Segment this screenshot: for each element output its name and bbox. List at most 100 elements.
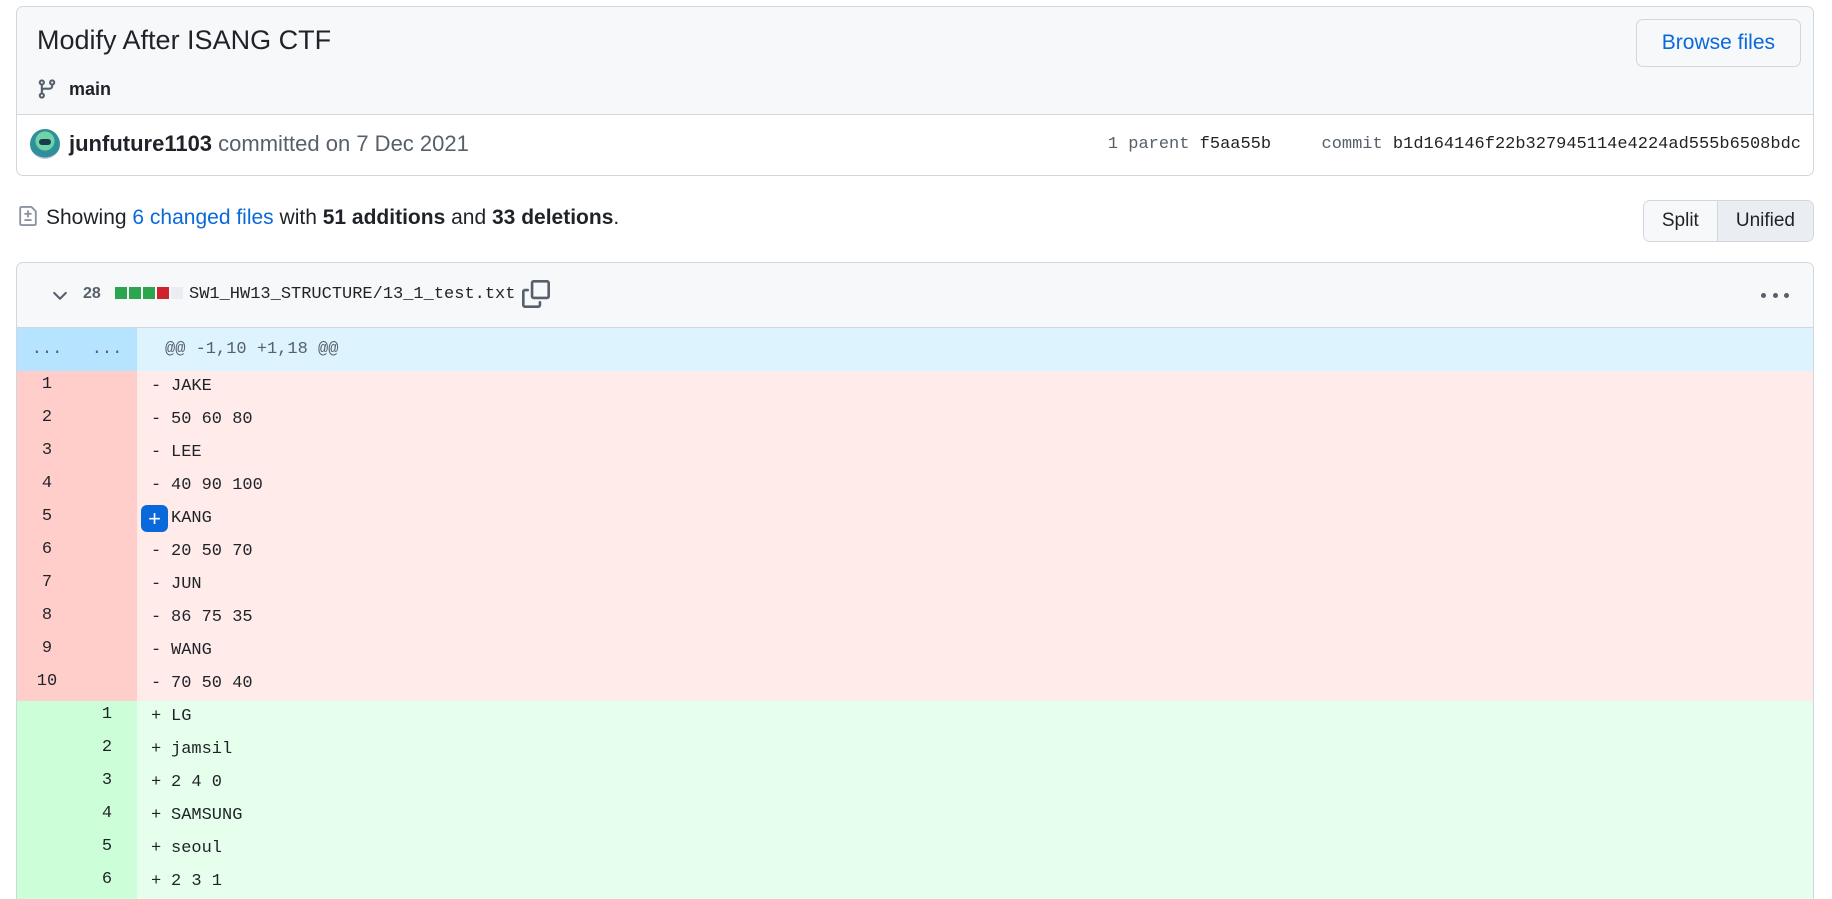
- parent-sha-link[interactable]: f5aa55b: [1200, 135, 1271, 154]
- line-text: LG: [171, 707, 192, 726]
- new-line-number[interactable]: 4: [77, 800, 137, 833]
- line-text: 70 50 40: [171, 674, 253, 693]
- commit-meta: 1 parent f5aa55b commit b1d164146f22b327…: [1108, 135, 1801, 154]
- diff-marker: -: [151, 575, 162, 594]
- line-text: KANG: [171, 509, 212, 528]
- branch-name[interactable]: main: [69, 79, 111, 100]
- old-line-number[interactable]: [17, 701, 77, 734]
- unified-view-button[interactable]: Unified: [1716, 201, 1813, 241]
- new-line-number[interactable]: [77, 668, 137, 701]
- old-line-number[interactable]: [17, 833, 77, 866]
- deleted-line: 3 - LEE: [17, 437, 1813, 470]
- new-line-number[interactable]: [77, 437, 137, 470]
- old-line-number[interactable]: 1: [17, 371, 77, 404]
- new-line-number[interactable]: [77, 503, 137, 536]
- old-line-number[interactable]: 4: [17, 470, 77, 503]
- deleted-line: 5 +-KANG: [17, 503, 1813, 536]
- new-line-number[interactable]: 2: [77, 734, 137, 767]
- new-line-number[interactable]: [77, 470, 137, 503]
- new-line-number[interactable]: [77, 602, 137, 635]
- hunk-expand-old[interactable]: ...: [17, 328, 77, 371]
- old-line-number[interactable]: 2: [17, 404, 77, 437]
- line-code: + LG: [137, 701, 1813, 734]
- diff-marker: +: [151, 806, 162, 825]
- new-line-number[interactable]: 6: [77, 866, 137, 899]
- line-code: -20 50 70: [137, 536, 1813, 569]
- line-text: JUN: [171, 575, 202, 594]
- old-line-number[interactable]: 5: [17, 503, 77, 536]
- changed-files-link[interactable]: 6 changed files: [132, 206, 273, 229]
- added-line: 6 +2 3 1: [17, 866, 1813, 899]
- old-line-number[interactable]: 9: [17, 635, 77, 668]
- diff-summary: Showing 6 changed files with 51 addition…: [16, 200, 1814, 242]
- deleted-line: 7 - JUN: [17, 569, 1813, 602]
- diff-view-toggle: Split Unified: [1642, 200, 1814, 242]
- new-line-number[interactable]: 1: [77, 701, 137, 734]
- browse-files-button[interactable]: Browse files: [1635, 19, 1801, 67]
- line-code: -50 60 80: [137, 404, 1813, 437]
- old-line-number[interactable]: [17, 734, 77, 767]
- line-code: - JUN: [137, 569, 1813, 602]
- added-line: 1 + LG: [17, 701, 1813, 734]
- additions-count: 51 additions: [322, 206, 446, 229]
- old-line-number[interactable]: 6: [17, 536, 77, 569]
- split-view-button[interactable]: Split: [1643, 201, 1717, 241]
- file-diff-icon: [18, 204, 38, 228]
- old-line-number[interactable]: [17, 800, 77, 833]
- file-path[interactable]: SW1_HW13_STRUCTURE/13_1_test.txt: [189, 285, 515, 304]
- diff-marker: -: [151, 377, 162, 396]
- avatar[interactable]: [30, 129, 60, 159]
- line-text: SAMSUNG: [171, 806, 243, 825]
- line-code: -40 90 100: [137, 470, 1813, 503]
- chevron-down-icon[interactable]: [49, 285, 71, 307]
- copy-icon[interactable]: [522, 280, 550, 308]
- old-line-number[interactable]: 3: [17, 437, 77, 470]
- added-line: 5 + seoul: [17, 833, 1813, 866]
- diff-marker: +: [151, 839, 162, 858]
- file-header: 28 SW1_HW13_STRUCTURE/13_1_test.txt: [17, 263, 1813, 328]
- old-line-number[interactable]: 7: [17, 569, 77, 602]
- added-line: 3 +2 4 0: [17, 767, 1813, 800]
- diff-marker: -: [151, 608, 162, 627]
- kebab-menu-icon[interactable]: [1761, 283, 1789, 307]
- old-line-number[interactable]: 8: [17, 602, 77, 635]
- new-line-number[interactable]: [77, 404, 137, 437]
- diff-marker: -: [151, 476, 162, 495]
- old-line-number[interactable]: [17, 866, 77, 899]
- diffstat-block: [115, 287, 127, 299]
- diff-marker: +: [151, 740, 162, 759]
- deleted-line: 6 -20 50 70: [17, 536, 1813, 569]
- diff-marker: -: [151, 641, 162, 660]
- add-comment-icon[interactable]: +: [141, 505, 168, 532]
- new-line-number[interactable]: 3: [77, 767, 137, 800]
- commit-sha: b1d164146f22b327945114e4224ad555b6508bdc: [1392, 135, 1801, 154]
- diffstat-block: [157, 287, 169, 299]
- old-line-number[interactable]: 10: [17, 668, 77, 701]
- commit-title: Modify After ISANG CTF: [37, 25, 332, 55]
- line-code: + SAMSUNG: [137, 800, 1813, 833]
- new-line-number[interactable]: 5: [77, 833, 137, 866]
- hunk-header: ... ... @@ -1,10 +1,18 @@: [17, 328, 1813, 371]
- line-code: - JAKE: [137, 371, 1813, 404]
- new-line-number[interactable]: [77, 536, 137, 569]
- new-line-number[interactable]: [77, 371, 137, 404]
- author-link[interactable]: junfuture1103: [69, 131, 212, 156]
- hunk-expand-new[interactable]: ...: [77, 328, 137, 371]
- summary-with: with: [279, 206, 317, 229]
- branch-row: main: [33, 75, 111, 103]
- deleted-line: 9 - WANG: [17, 635, 1813, 668]
- hunk-text: @@ -1,10 +1,18 @@: [165, 340, 339, 359]
- deleted-line: 2 -50 60 80: [17, 404, 1813, 437]
- line-text: 20 50 70: [171, 542, 253, 561]
- parent-label: 1 parent: [1107, 135, 1190, 154]
- deleted-line: 8 -86 75 35: [17, 602, 1813, 635]
- diffstat-block: [171, 287, 183, 299]
- new-line-number[interactable]: [77, 569, 137, 602]
- line-text: WANG: [171, 641, 212, 660]
- line-text: 86 75 35: [171, 608, 253, 627]
- commit-title-area: Modify After ISANG CTF main Browse files: [17, 7, 1813, 115]
- diffstat-bar: [115, 287, 183, 299]
- new-line-number[interactable]: [77, 635, 137, 668]
- old-line-number[interactable]: [17, 767, 77, 800]
- line-code: +2 3 1: [137, 866, 1813, 899]
